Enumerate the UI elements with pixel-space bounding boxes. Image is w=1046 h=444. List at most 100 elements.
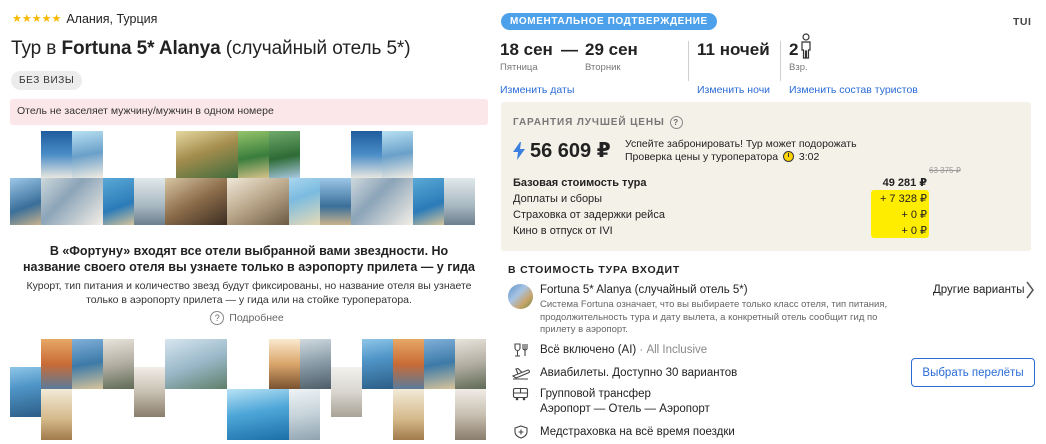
star-rating-icon: ★★★★★ xyxy=(12,13,62,25)
price-row-value: + 0 ₽ xyxy=(901,225,927,237)
photo-tile xyxy=(227,389,289,440)
photo-tile xyxy=(331,367,362,417)
photo-tile xyxy=(351,131,382,178)
change-nights-link[interactable]: Изменить ночи xyxy=(697,84,770,96)
price-row: Базовая стоимость тура 49 281 ₽ xyxy=(513,175,927,191)
photo-tile xyxy=(300,339,331,389)
photo-tile xyxy=(227,178,289,225)
photo-tile xyxy=(269,339,300,389)
photo-tile xyxy=(238,131,269,178)
tour-operator-label: TUI xyxy=(1013,16,1032,28)
question-icon: ? xyxy=(210,311,225,325)
price-note: Успейте забронировать! Тур может подорож… xyxy=(625,138,857,164)
photo-tile xyxy=(41,131,72,178)
photo-tile xyxy=(455,389,486,440)
photo-tile xyxy=(289,389,320,440)
flights-feature: Авиабилеты. Доступно 30 вариантов xyxy=(512,366,737,381)
date-from: 18 сен xyxy=(500,40,553,59)
photo-tile xyxy=(382,131,413,178)
photo-tile xyxy=(165,178,227,225)
airplane-icon xyxy=(512,367,530,380)
day-from: Пятница xyxy=(500,62,538,73)
price-breakdown: Базовая стоимость тура 49 281 ₽ Доплаты и… xyxy=(513,175,927,239)
shield-icon xyxy=(514,425,528,439)
hotel-name: Fortuna 5* Alanya (случайный отель 5*) xyxy=(540,284,748,296)
total-price: 56 609 ₽ xyxy=(513,138,611,163)
photo-tile xyxy=(103,178,134,225)
price-row-label: Базовая стоимость тура xyxy=(513,177,647,189)
photo-tile xyxy=(165,339,227,389)
photo-tile xyxy=(351,178,413,225)
change-dates-link[interactable]: Изменить даты xyxy=(500,84,574,96)
bus-icon xyxy=(512,387,529,401)
price-box: ГАРАНТИЯ ЛУЧШЕЙ ЦЕНЫ ? 56 609 ₽ Успейте … xyxy=(501,102,1031,251)
person-icon xyxy=(801,33,811,59)
question-icon[interactable]: ? xyxy=(669,116,683,129)
rating-location-row: ★★★★★ Алания, Турция xyxy=(12,12,157,26)
insurance-feature: Медстраховка на всё время поездки xyxy=(512,425,735,440)
tourists-count: 2 xyxy=(789,40,799,59)
photo-tile xyxy=(393,339,424,389)
photo-tile xyxy=(41,178,103,225)
accommodation-warning: Отель не заселяет мужчину/мужчин в одном… xyxy=(10,99,488,125)
price-row-label: Доплаты и сборы xyxy=(513,193,603,205)
no-visa-badge: БЕЗ ВИЗЫ xyxy=(11,71,83,90)
photo-tile xyxy=(41,389,72,440)
choose-flights-button[interactable]: Выбрать перелёты xyxy=(911,358,1035,387)
photo-tile xyxy=(41,339,72,389)
meal-label: Всё включено (AI) xyxy=(540,344,637,356)
hotel-photo-collage-top[interactable] xyxy=(10,131,488,232)
instant-confirmation-badge: МОМЕНТАЛЬНОЕ ПОДТВЕРЖДЕНИЕ xyxy=(501,13,717,30)
wine-glass-icon xyxy=(514,343,528,357)
other-options-link[interactable]: Другие варианты xyxy=(933,284,1025,296)
guarantee-label: ГАРАНТИЯ ЛУЧШЕЙ ЦЕНЫ xyxy=(513,117,665,128)
divider xyxy=(688,41,689,81)
photo-tile xyxy=(134,178,165,225)
photo-tile xyxy=(134,367,165,417)
price-row: Страховка от задержки рейса + 0 ₽ xyxy=(513,207,927,223)
price-row-value: + 7 328 ₽ xyxy=(879,193,927,205)
day-to: Вторник xyxy=(585,62,621,73)
price-value: 56 609 ₽ xyxy=(530,140,611,162)
photo-tile xyxy=(72,339,103,389)
transfer-feature: Групповой трансфер Аэропорт — Отель — Аэр… xyxy=(512,387,710,417)
photo-tile xyxy=(455,339,486,389)
transfer-line1: Групповой трансфер xyxy=(540,388,651,400)
included-title: В СТОИМОСТЬ ТУРА ВХОДИТ xyxy=(508,264,681,276)
photo-tile xyxy=(413,178,444,225)
more-label: Подробнее xyxy=(229,312,284,324)
divider xyxy=(780,41,781,81)
hotel-photo-collage-bottom[interactable] xyxy=(10,339,488,440)
page-title: Тур в Fortuna 5* Alanya (случайный отель… xyxy=(11,38,411,60)
photo-tile xyxy=(10,367,41,417)
price-row: Кино в отпуск от IVI + 0 ₽ xyxy=(513,223,927,239)
photo-tile xyxy=(103,339,134,389)
hotel-description: Система Fortuna означает, что вы выбирае… xyxy=(540,299,888,335)
fortune-heading: В «Фортуну» входят все отели выбранной в… xyxy=(22,244,476,274)
title-hotel-name: Fortuna 5* Alanya xyxy=(61,38,221,59)
price-note-line1: Успейте забронировать! Тур может подорож… xyxy=(625,138,857,150)
transfer-line2: Аэропорт — Отель — Аэропорт xyxy=(540,403,710,415)
hotel-thumbnail xyxy=(508,284,533,309)
price-row-value: 49 281 ₽ xyxy=(882,177,927,189)
price-row-value: + 0 ₽ xyxy=(901,209,927,221)
photo-tile xyxy=(176,131,238,178)
price-row-label: Страховка от задержки рейса xyxy=(513,209,665,221)
lightning-icon xyxy=(513,141,525,160)
hotel-info-column: ★★★★★ Алания, Турция Тур в Fortuna 5* Al… xyxy=(0,0,494,444)
clock-icon xyxy=(782,151,794,162)
more-link[interactable]: ? Подробнее xyxy=(0,311,494,325)
tourists-label: Взр. xyxy=(789,62,808,73)
photo-tile xyxy=(269,131,300,178)
photo-tile xyxy=(72,131,103,178)
change-tourists-link[interactable]: Изменить состав туристов xyxy=(789,84,918,96)
price-note-line2-row: Проверка цены у туроператора 3:02 xyxy=(625,151,857,164)
photo-tile xyxy=(289,178,320,225)
best-price-guarantee: ГАРАНТИЯ ЛУЧШЕЙ ЦЕНЫ ? xyxy=(513,116,688,129)
price-note-line2: Проверка цены у туроператора xyxy=(625,151,779,163)
title-prefix: Тур в xyxy=(11,38,62,59)
photo-tile xyxy=(424,339,455,389)
photo-tile xyxy=(320,178,351,225)
meal-feature: Всё включено (AI) · All Inclusive xyxy=(512,343,707,358)
chevron-right-icon[interactable] xyxy=(1025,280,1035,300)
